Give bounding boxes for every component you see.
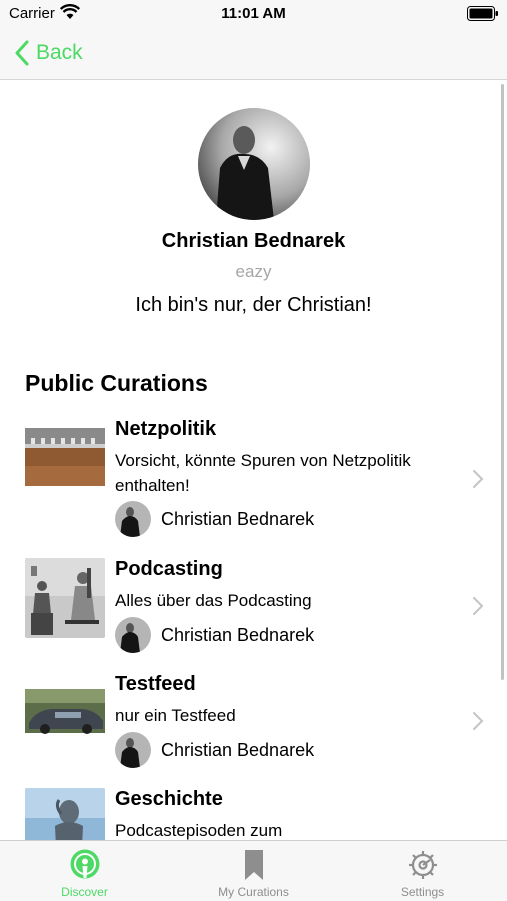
status-bar: Carrier 11:01 AM [0,0,507,28]
tab-my-curations[interactable]: My Curations [169,841,338,901]
curation-description: Vorsicht, könnte Spuren von Netzpolitik … [115,451,411,495]
author-name: Christian Bednarek [161,624,315,645]
author-name: Christian Bednarek [161,508,315,529]
curation-description: nur ein Testfeed [115,706,236,725]
curation-row-podcasting[interactable]: Podcasting Alles über das Podcasting Chr… [0,558,500,658]
chevron-right-icon [473,712,484,730]
bookmark-icon [244,850,263,880]
battery-icon [467,6,498,21]
curation-thumbnail [25,558,105,638]
scroll-indicator[interactable] [501,84,504,680]
tab-label: Settings [400,885,445,899]
back-label: Back [36,41,83,64]
chevron-left-icon [15,40,29,66]
curation-row-testfeed[interactable]: Testfeed nur ein Testfeed Christian Bedn… [0,673,500,773]
profile-name: Christian Bednarek [161,230,346,252]
author-name: Christian Bednarek [161,739,315,760]
curation-author: Christian Bednarek [115,617,314,653]
curation-row-geschichte[interactable]: Geschichte Podcastepisoden zum [0,788,500,840]
tab-discover[interactable]: Discover [0,841,169,901]
curation-title: Podcasting [115,558,223,580]
author-avatar [115,501,151,537]
author-avatar [115,617,151,653]
navigation-bar: Back [0,28,507,80]
tab-label: Discover [61,885,108,899]
podcast-icon [70,849,99,879]
curation-title: Testfeed [115,673,196,695]
curation-description: Alles über das Podcasting [115,591,312,610]
tab-settings[interactable]: Settings [338,841,507,901]
tab-label: My Curations [218,885,289,899]
curation-author: Christian Bednarek [115,501,314,537]
curation-title: Geschichte [115,788,223,810]
curation-thumbnail [25,673,105,753]
chevron-right-icon [473,597,484,615]
gear-icon [408,851,437,879]
status-time: 11:01 AM [221,5,286,22]
tab-bar: Discover My Curations Settings [0,840,507,901]
author-avatar [115,732,151,768]
curation-thumbnail [25,788,105,840]
profile-avatar [198,108,310,220]
section-title: Public Curations [25,370,208,396]
curation-description: Podcastepisoden zum [115,821,283,840]
curation-author: Christian Bednarek [115,732,314,768]
profile-handle: eazy [235,262,272,281]
curation-row-netzpolitik[interactable]: Netzpolitik Vorsicht, könnte Spuren von … [0,418,500,548]
back-button[interactable]: Back [14,38,83,68]
curation-thumbnail [25,418,105,498]
chevron-right-icon [473,470,484,488]
curation-title: Netzpolitik [115,418,217,440]
profile-bio: Ich bin's nur, der Christian! [135,294,372,316]
